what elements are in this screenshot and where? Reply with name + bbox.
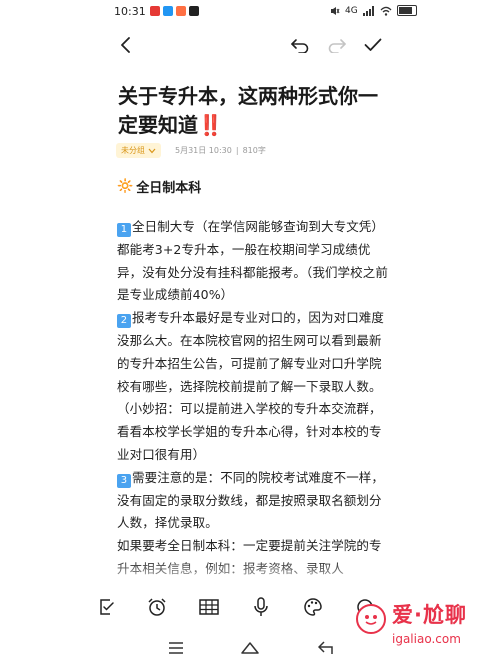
checklist-button[interactable] bbox=[94, 594, 120, 620]
status-time: 10:31 bbox=[114, 5, 146, 18]
undo-button[interactable] bbox=[285, 30, 315, 60]
menu-icon bbox=[169, 642, 183, 654]
meta-separator: | bbox=[235, 146, 239, 155]
undo-icon bbox=[291, 39, 309, 53]
status-bar: 10:31 4G bbox=[0, 0, 500, 24]
watermark: 爱·尬聊 igaliao.com bbox=[356, 598, 500, 658]
network-label: 4G bbox=[345, 5, 358, 16]
home-icon bbox=[241, 642, 259, 654]
note-date: 5月31日 10:30 bbox=[175, 146, 232, 155]
alarm-clock-icon bbox=[148, 598, 166, 616]
done-button[interactable] bbox=[358, 30, 388, 60]
app-notification-icon bbox=[163, 6, 173, 16]
sun-emoji: 🔆 bbox=[117, 179, 134, 194]
checkmark-icon bbox=[364, 38, 382, 51]
back-icon bbox=[318, 641, 333, 654]
section-heading[interactable]: 🔆 全日制本科 bbox=[117, 177, 201, 196]
redo-button[interactable] bbox=[322, 30, 352, 60]
number-badge-1: 1 bbox=[117, 223, 131, 237]
double-exclamation-emoji: ‼️ bbox=[198, 113, 223, 137]
category-label: 未分组 bbox=[121, 146, 145, 155]
paragraph-3-text: 需要注意的是：不同的院校考试难度不一样，没有固定的录取分数线，都是按照录取名额划… bbox=[117, 469, 385, 531]
notification-icons bbox=[150, 6, 199, 16]
number-badge-2: 2 bbox=[117, 314, 131, 329]
voice-button[interactable] bbox=[248, 594, 274, 620]
app-notification-icon bbox=[150, 6, 160, 16]
signal-icon bbox=[362, 5, 374, 16]
paragraph-1-text: 全日制大专（在学信网能够查询到大专文凭）都能考3+2专升本，一般在校期间学习成绩… bbox=[117, 219, 388, 303]
checkbox-icon bbox=[100, 599, 114, 615]
note-toolbar bbox=[0, 30, 500, 60]
wifi-icon bbox=[380, 6, 392, 16]
word-count: 810字 bbox=[242, 146, 266, 155]
paragraph-2-text: 报考专升本最好是专业对口的，因为对口难度没那么大。在本院校官网的招生网可以看到最… bbox=[117, 310, 385, 462]
content-fade bbox=[0, 560, 500, 590]
chevron-left-icon bbox=[121, 37, 130, 53]
microphone-icon bbox=[254, 597, 268, 616]
table-icon bbox=[199, 599, 219, 615]
palette-icon bbox=[304, 598, 322, 616]
paragraph-1: 1 全日制大专（在学信网能够查询到大专文凭）都能考3+2专升本，一般在校期间学习成… bbox=[117, 216, 389, 307]
section-heading-text: 全日制本科 bbox=[136, 181, 202, 196]
recent-apps-button[interactable] bbox=[164, 638, 188, 658]
note-title-text: 关于专升本，这两种形式你一定要知道 bbox=[118, 84, 378, 137]
theme-button[interactable] bbox=[300, 594, 326, 620]
mute-icon bbox=[331, 6, 340, 15]
app-notification-icon bbox=[189, 6, 199, 16]
note-body[interactable]: 1 全日制大专（在学信网能够查询到大专文凭）都能考3+2专升本，一般在校期间学习成… bbox=[117, 216, 389, 581]
status-indicators: 4G bbox=[330, 5, 417, 16]
home-button[interactable] bbox=[238, 638, 262, 658]
paragraph-2: 2 报考专升本最好是专业对口的，因为对口难度没那么大。在本院校官网的招生网可以看到… bbox=[117, 307, 389, 467]
watermark-logo-icon bbox=[356, 604, 386, 634]
app-notification-icon bbox=[176, 6, 186, 16]
watermark-url: igaliao.com bbox=[392, 632, 461, 646]
system-back-button[interactable] bbox=[314, 638, 338, 658]
category-selector[interactable]: 未分组 bbox=[116, 143, 161, 158]
paragraph-3: 3 需要注意的是：不同的院校考试难度不一样，没有固定的录取分数线，都是按照录取名额… bbox=[117, 467, 389, 535]
redo-icon bbox=[328, 39, 346, 53]
back-button[interactable] bbox=[111, 30, 141, 60]
reminder-button[interactable] bbox=[144, 594, 170, 620]
chevron-down-icon bbox=[148, 148, 156, 153]
number-badge-3: 3 bbox=[117, 473, 131, 488]
table-button[interactable] bbox=[196, 594, 222, 620]
note-title[interactable]: 关于专升本，这两种形式你一定要知道‼️ bbox=[118, 82, 386, 140]
battery-icon bbox=[396, 5, 417, 16]
note-meta: 未分组 5月31日 10:30 | 810字 bbox=[116, 143, 266, 158]
watermark-text: 爱·尬聊 bbox=[392, 603, 467, 627]
